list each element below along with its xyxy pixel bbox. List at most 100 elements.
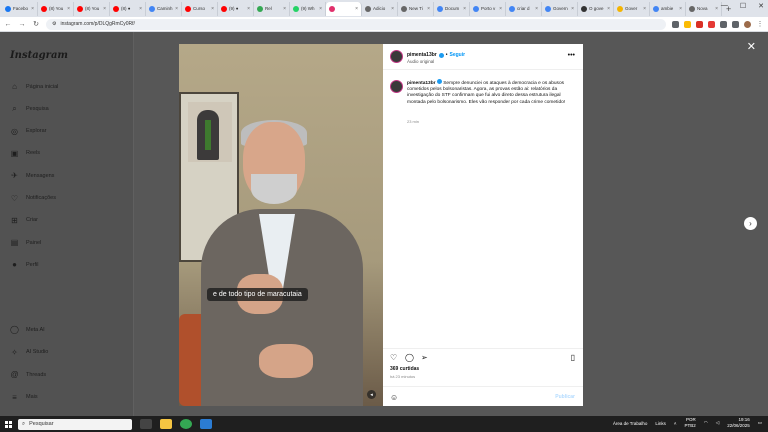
- ig-nav-item[interactable]: ✧ AI Studio: [10, 348, 48, 357]
- language-indicator[interactable]: POR PTB2: [685, 417, 696, 429]
- tab-close-icon[interactable]: ×: [139, 6, 142, 12]
- browser-tab[interactable]: (9) ● ×: [218, 1, 254, 16]
- tab-close-icon[interactable]: ×: [319, 6, 322, 12]
- minimize-icon[interactable]: —: [721, 2, 728, 10]
- tab-close-icon[interactable]: ×: [679, 6, 682, 12]
- tab-close-icon[interactable]: ×: [247, 6, 250, 12]
- comment-bubble-icon[interactable]: ◯: [405, 353, 414, 362]
- browser-tab[interactable]: (8) ● ×: [110, 1, 146, 16]
- tab-close-icon[interactable]: ×: [463, 6, 466, 12]
- back-icon[interactable]: ←: [4, 21, 12, 28]
- taskbar-search[interactable]: ⌕ Pesquisar: [18, 418, 132, 430]
- forward-icon[interactable]: →: [18, 21, 26, 28]
- like-heart-icon[interactable]: ♡: [390, 353, 397, 362]
- browser-tab[interactable]: (8) You ×: [38, 1, 74, 16]
- comment-username[interactable]: pimenta13br: [407, 81, 436, 86]
- next-post-button[interactable]: ›: [744, 217, 757, 230]
- wifi-icon[interactable]: ◠: [704, 420, 708, 426]
- tab-close-icon[interactable]: ×: [283, 6, 286, 12]
- ig-nav-item[interactable]: ♡ Notificações: [10, 194, 56, 203]
- browser-tab[interactable]: ambie ×: [650, 1, 686, 16]
- avatar[interactable]: [390, 50, 403, 63]
- close-window-icon[interactable]: ✕: [758, 2, 764, 10]
- follow-button[interactable]: Seguir: [450, 52, 466, 58]
- browser-tab[interactable]: ×: [326, 1, 362, 16]
- comment-avatar[interactable]: [390, 80, 403, 93]
- browser-tab[interactable]: Porto v ×: [470, 1, 506, 16]
- ig-nav-item[interactable]: ◎ Explorar: [10, 127, 46, 136]
- ig-nav-item[interactable]: ◯ Meta AI: [10, 325, 45, 334]
- translate-icon[interactable]: [672, 20, 679, 28]
- browser-tab[interactable]: Caminh ×: [146, 1, 182, 16]
- browser-tab[interactable]: Govern ×: [542, 1, 578, 16]
- tray-desktop[interactable]: Área de Trabalho: [613, 421, 648, 426]
- tab-close-icon[interactable]: ×: [67, 6, 70, 12]
- task-view-icon[interactable]: [140, 419, 152, 429]
- author-username[interactable]: pimenta13br: [407, 52, 437, 58]
- browser-tab[interactable]: Facebo ×: [2, 1, 38, 16]
- bookmark-icon[interactable]: ▯: [571, 353, 575, 362]
- tab-close-icon[interactable]: ×: [211, 6, 214, 12]
- share-send-icon[interactable]: ➢: [421, 353, 428, 362]
- tray-links[interactable]: Links: [655, 421, 666, 426]
- browser-tab[interactable]: Nova ×: [686, 1, 722, 16]
- ig-nav-item[interactable]: ✈ Mensagens: [10, 171, 54, 180]
- url-input[interactable]: ⚙ instagram.com/p/DLQgRmCy0Rf/: [46, 18, 666, 30]
- browser-tab[interactable]: (9) Wh ×: [290, 1, 326, 16]
- puzzle-icon[interactable]: [720, 20, 727, 28]
- ig-nav-item[interactable]: ≡ Mais: [10, 393, 37, 402]
- browser-tab[interactable]: O gove ×: [578, 1, 614, 16]
- tab-close-icon[interactable]: ×: [391, 6, 394, 12]
- reload-icon[interactable]: ↻: [32, 20, 40, 28]
- ig-nav-item[interactable]: ▣ Reels: [10, 149, 40, 158]
- more-options-icon[interactable]: •••: [568, 52, 575, 59]
- browser-tab[interactable]: Gover ×: [614, 1, 650, 16]
- tab-close-icon[interactable]: ×: [607, 6, 610, 12]
- browser-tab[interactable]: Rel ×: [254, 1, 290, 16]
- file-explorer-icon[interactable]: [160, 419, 172, 429]
- likes-count[interactable]: 369 curtidas: [390, 366, 419, 372]
- tab-close-icon[interactable]: ×: [643, 6, 646, 12]
- ig-nav-item[interactable]: ● Perfil: [10, 260, 38, 269]
- youtube-ext-icon[interactable]: [708, 20, 715, 28]
- ig-nav-item[interactable]: ⌂ Página inicial: [10, 82, 58, 91]
- browser-tab[interactable]: Docum ×: [434, 1, 470, 16]
- ig-nav-item[interactable]: ▤ Painel: [10, 238, 42, 247]
- extension-red-icon[interactable]: [696, 20, 703, 28]
- ig-nav-item[interactable]: @ Threads: [10, 370, 46, 379]
- browser-tab[interactable]: (8) You ×: [74, 1, 110, 16]
- tab-close-icon[interactable]: ×: [571, 6, 574, 12]
- emoji-icon[interactable]: ☺: [390, 393, 398, 402]
- tab-close-icon[interactable]: ×: [535, 6, 538, 12]
- tab-close-icon[interactable]: ×: [715, 6, 718, 12]
- profile-avatar-icon[interactable]: [744, 20, 751, 28]
- reel-video[interactable]: e de todo tipo de maracutaia ◂: [179, 44, 383, 406]
- add-comment-bar[interactable]: ☺ Publicar: [383, 386, 583, 406]
- maximize-icon[interactable]: ☐: [740, 2, 746, 10]
- tab-close-icon[interactable]: ×: [499, 6, 502, 12]
- browser-tab[interactable]: criar d ×: [506, 1, 542, 16]
- site-info-icon[interactable]: ⚙: [52, 21, 56, 27]
- chevron-up-icon[interactable]: ˄: [674, 421, 677, 426]
- tab-close-icon[interactable]: ×: [427, 6, 430, 12]
- browser-tab[interactable]: Adicio ×: [362, 1, 398, 16]
- publish-button[interactable]: Publicar: [555, 394, 575, 400]
- start-button[interactable]: [0, 416, 16, 432]
- ig-nav-item[interactable]: ⌕ Pesquisa: [10, 104, 48, 113]
- sidebar-icon[interactable]: [732, 20, 739, 28]
- instagram-logo[interactable]: Instagram: [10, 50, 68, 61]
- audio-label[interactable]: Áudio original: [407, 59, 434, 64]
- clock[interactable]: 19:16 22/06/2025: [727, 417, 750, 429]
- chrome-icon[interactable]: [180, 419, 192, 429]
- browser-tab[interactable]: Curso ×: [182, 1, 218, 16]
- tab-close-icon[interactable]: ×: [103, 6, 106, 12]
- word-icon[interactable]: [200, 419, 212, 429]
- tab-close-icon[interactable]: ×: [31, 6, 34, 12]
- browser-tab[interactable]: New Ti ×: [398, 1, 434, 16]
- volume-icon[interactable]: ◁: [716, 420, 719, 426]
- close-modal-icon[interactable]: ✕: [747, 40, 756, 53]
- ig-nav-item[interactable]: ⊞ Criar: [10, 216, 38, 225]
- star-icon[interactable]: [684, 20, 691, 28]
- tab-close-icon[interactable]: ×: [175, 6, 178, 12]
- tab-close-icon[interactable]: ×: [355, 6, 358, 12]
